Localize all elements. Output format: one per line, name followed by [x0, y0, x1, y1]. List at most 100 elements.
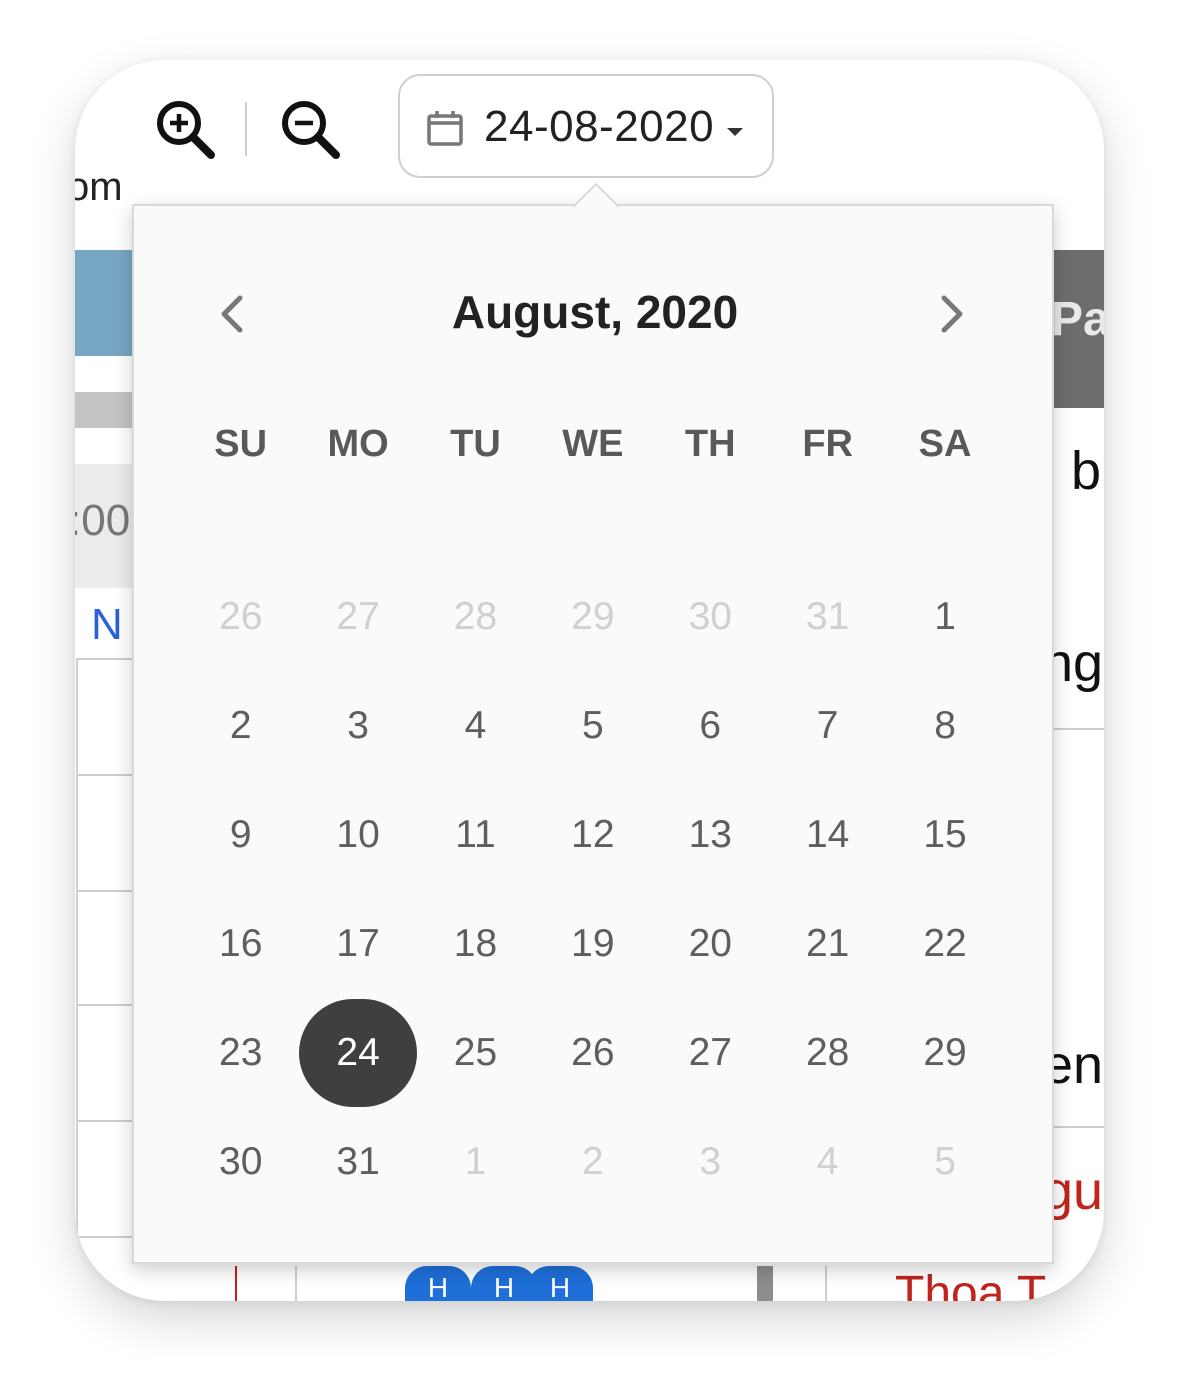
day-number: 8	[934, 703, 956, 747]
zoom-in-icon[interactable]	[153, 98, 219, 160]
day-number: 20	[688, 921, 732, 965]
day-number: 12	[571, 812, 615, 856]
zoom-out-icon[interactable]	[278, 98, 344, 160]
day-number: 28	[805, 1030, 850, 1074]
day-cell[interactable]: 8	[886, 671, 1003, 780]
week-row: 2 3 4 5 6 7 8	[182, 671, 1004, 780]
day-cell[interactable]: 16	[182, 889, 299, 998]
day-cell[interactable]: 30	[182, 1107, 299, 1216]
chevron-right-icon[interactable]	[934, 292, 970, 336]
day-number: 23	[219, 1030, 263, 1074]
day-number: 24	[299, 998, 417, 1107]
day-number: 6	[699, 703, 722, 747]
weekday-label: MO	[327, 423, 389, 465]
day-number: 29	[923, 1030, 967, 1074]
day-cell[interactable]: 2	[182, 671, 299, 780]
day-number: 17	[336, 921, 380, 965]
day-cell[interactable]: 17	[299, 889, 416, 998]
day-cell[interactable]: 25	[417, 998, 534, 1107]
week-row: 9 10 11 12 13 14 15	[182, 780, 1004, 889]
day-cell-outside-month[interactable]: 26	[182, 562, 299, 671]
day-number: 30	[688, 594, 732, 638]
day-number: 11	[455, 812, 496, 856]
day-number: 2	[229, 703, 252, 747]
day-cell[interactable]: 31	[299, 1107, 416, 1216]
day-cell[interactable]: 18	[417, 889, 534, 998]
day-cell[interactable]: 23	[182, 998, 299, 1107]
day-cell[interactable]: 28	[769, 998, 886, 1107]
day-cell[interactable]: 14	[769, 780, 886, 889]
day-number: 3	[347, 703, 369, 747]
day-cell-outside-month[interactable]: 28	[417, 562, 534, 671]
day-cell[interactable]: 5	[534, 671, 651, 780]
column-handle[interactable]	[757, 1266, 773, 1301]
day-cell-outside-month[interactable]: 2	[534, 1107, 651, 1216]
day-grid: 26 27 28 29 30 31 1 2 3 4 5 6 7 8 9 10 11 12 13 14 15 16 17 18 1…	[182, 562, 1004, 1216]
day-number: 10	[336, 812, 380, 856]
day-cell-outside-month[interactable]: 30	[652, 562, 769, 671]
day-cell[interactable]: 10	[299, 780, 416, 889]
day-cell-outside-month[interactable]: 31	[769, 562, 886, 671]
calendar-icon	[427, 111, 463, 146]
column-divider	[295, 1266, 297, 1301]
cell-text: b	[1071, 441, 1102, 501]
day-cell-outside-month[interactable]: 27	[299, 562, 416, 671]
day-number: 3	[699, 1139, 722, 1183]
weekday-label: SU	[214, 423, 268, 465]
weekday-label: TH	[684, 423, 736, 465]
day-cell[interactable]: 4	[417, 671, 534, 780]
event-badge[interactable]: H	[527, 1266, 593, 1301]
day-cell[interactable]: 9	[182, 780, 299, 889]
popup-arrow	[570, 179, 620, 207]
event-text-red: Thoa T	[895, 1267, 1047, 1301]
day-number: 22	[923, 921, 967, 965]
day-number: 26	[219, 594, 263, 638]
day-cell-outside-month[interactable]: 5	[886, 1107, 1003, 1216]
link-text[interactable]: N	[91, 600, 123, 650]
date-picker-button[interactable]: 24-08-2020	[398, 74, 774, 178]
column-divider	[825, 1266, 827, 1301]
day-number: 2	[582, 1139, 604, 1183]
day-number: 27	[688, 1030, 732, 1074]
day-cell-outside-month[interactable]: 1	[417, 1107, 534, 1216]
day-cell-outside-month[interactable]: 4	[769, 1107, 886, 1216]
day-cell[interactable]: 22	[886, 889, 1003, 998]
day-cell[interactable]: 19	[534, 889, 651, 998]
day-cell[interactable]: 3	[299, 671, 416, 780]
zoom-label: om	[75, 165, 123, 209]
event-badge[interactable]: H	[405, 1266, 471, 1301]
day-number: 29	[571, 594, 615, 638]
day-cell[interactable]: 7	[769, 671, 886, 780]
day-cell[interactable]: 11	[417, 780, 534, 889]
day-cell[interactable]: 6	[652, 671, 769, 780]
day-cell[interactable]: 15	[886, 780, 1003, 889]
day-cell[interactable]: 21	[769, 889, 886, 998]
day-cell[interactable]: 26	[534, 998, 651, 1107]
day-number: 19	[571, 921, 615, 965]
day-cell[interactable]: 29	[886, 998, 1003, 1107]
weekday-label: TU	[450, 423, 501, 465]
week-row: 16 17 18 19 20 21 22	[182, 889, 1004, 998]
day-cell[interactable]: 27	[652, 998, 769, 1107]
week-row: 30 31 1 2 3 4 5	[182, 1107, 1004, 1216]
selected-date: 24-08-2020	[484, 102, 715, 151]
day-cell[interactable]: 12	[534, 780, 651, 889]
day-number: 9	[229, 812, 252, 856]
day-number: 1	[934, 594, 956, 638]
day-number: 14	[805, 812, 850, 856]
day-cell[interactable]: 1	[886, 562, 1003, 671]
day-cell[interactable]: 13	[652, 780, 769, 889]
day-number: 27	[336, 594, 380, 638]
day-number: 28	[453, 594, 498, 638]
day-number: 5	[934, 1139, 956, 1183]
day-cell-outside-month[interactable]: 3	[652, 1107, 769, 1216]
day-cell-selected[interactable]: 24	[299, 998, 417, 1107]
day-cell[interactable]: 20	[652, 889, 769, 998]
day-cell-outside-month[interactable]: 29	[534, 562, 651, 671]
weekday-label: WE	[562, 423, 624, 465]
day-number: 4	[816, 1139, 839, 1183]
day-number: 26	[571, 1030, 615, 1074]
day-number: 31	[805, 594, 850, 638]
time-label: :00	[75, 496, 131, 545]
month-title[interactable]: August, 2020	[134, 284, 1056, 340]
